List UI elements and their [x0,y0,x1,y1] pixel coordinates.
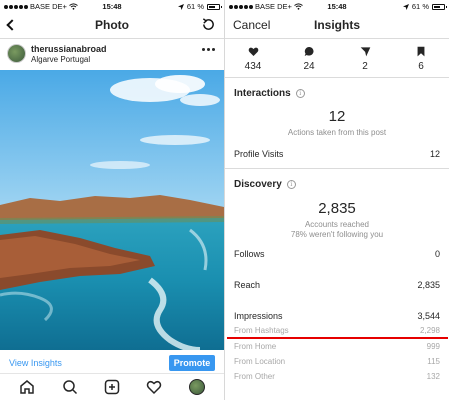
info-icon[interactable]: i [295,89,305,98]
engagement-stats: 434 24 2 6 [225,40,449,78]
info-icon[interactable]: i [286,180,296,189]
send-icon [360,47,370,57]
battery-icon [432,3,447,10]
row-value: 3,544 [417,311,440,321]
tab-add[interactable] [101,376,123,398]
row-value: 12 [429,149,440,159]
refresh-icon[interactable] [201,17,216,32]
row-value: 115 [427,357,440,366]
page-title: Photo [95,18,129,32]
status-bar: BASE DE+ 15:48 61 % [225,0,449,12]
saves-count: 6 [418,61,424,72]
heart-icon [147,380,162,395]
interactions-title: Interactions [234,88,291,99]
interactions-section-title: Interactions i [234,88,305,99]
accounts-reached-caption: Accounts reached [304,220,370,229]
row-label: From Location [234,357,286,366]
shares-count: 2 [362,61,368,72]
post-header: therussianabroad Algarve Portugal [0,40,224,70]
promote-button[interactable]: Promote [169,355,215,371]
row-label: From Other [234,372,275,381]
post-photo[interactable] [0,70,224,350]
tab-search[interactable] [59,376,81,398]
photo-screen: BASE DE+ 15:48 61 % Photo therussianabro… [0,0,224,400]
post-username[interactable]: therussianabroad [31,44,107,54]
battery-icon [207,3,222,10]
stat-saves: 6 [393,40,449,77]
interactions-total: 12 [328,108,346,125]
profile-visits-row: Profile Visits 12 [234,149,440,159]
search-icon [62,380,77,395]
view-insights-link[interactable]: View Insights [9,358,62,368]
row-label: Reach [234,280,261,290]
heart-icon [248,47,258,56]
row-label: From Hashtags [234,326,289,335]
location-arrow-icon [177,3,184,10]
tab-home[interactable] [16,376,38,398]
stat-comments: 24 [281,40,337,77]
interactions-caption: Actions taken from this post [287,128,387,137]
tab-bar [0,374,224,400]
discovery-section-title: Discovery i [234,179,296,190]
highlight-underline [227,337,448,339]
row-value: 999 [426,342,440,351]
discovery-title: Discovery [234,179,282,190]
from-hashtags-row: From Hashtags 2,298 [234,326,440,335]
nav-bar: Cancel Insights [225,12,449,39]
row-label: Follows [234,249,265,259]
from-location-row: From Location 115 [234,357,440,366]
tab-activity[interactable] [143,376,165,398]
discovery-total: 2,835 [318,200,356,217]
nav-bar: Photo [0,12,224,39]
tab-profile[interactable] [186,376,208,398]
bookmark-icon [417,46,425,57]
row-value: 132 [426,372,440,381]
battery-percent: 61 % [411,2,429,11]
page-title: Insights [313,18,360,32]
stat-likes: 434 [225,40,281,77]
more-options-icon[interactable] [202,48,215,51]
section-divider [225,168,449,169]
from-other-row: From Other 132 [234,372,440,381]
insights-screen: BASE DE+ 15:48 61 % Cancel Insights 434 … [225,0,449,400]
reach-row: Reach 2,835 [234,280,440,290]
row-label: Impressions [234,311,283,321]
profile-avatar-icon [188,379,205,395]
avatar[interactable] [7,44,26,63]
comment-icon [304,47,313,56]
home-icon [20,380,34,394]
likes-count: 434 [244,61,262,72]
action-row: View Insights Promote [0,352,224,374]
row-label: From Home [234,342,277,351]
post-location[interactable]: Algarve Portugal [31,55,90,64]
row-label: Profile Visits [234,149,284,159]
follows-row: Follows 0 [234,249,440,259]
stat-shares: 2 [337,40,393,77]
row-value: 2,835 [417,280,440,290]
non-followers-caption: 78% weren't following you [290,230,384,239]
from-home-row: From Home 999 [234,342,440,351]
add-icon [104,379,120,395]
status-bar: BASE DE+ 15:48 61 % [0,0,224,12]
row-value: 0 [434,249,440,259]
comments-count: 24 [303,61,315,72]
coastline-image [0,70,224,350]
impressions-row: Impressions 3,544 [234,311,440,321]
location-arrow-icon [402,3,409,10]
row-value: 2,298 [419,326,440,335]
battery-percent: 61 % [186,2,204,11]
